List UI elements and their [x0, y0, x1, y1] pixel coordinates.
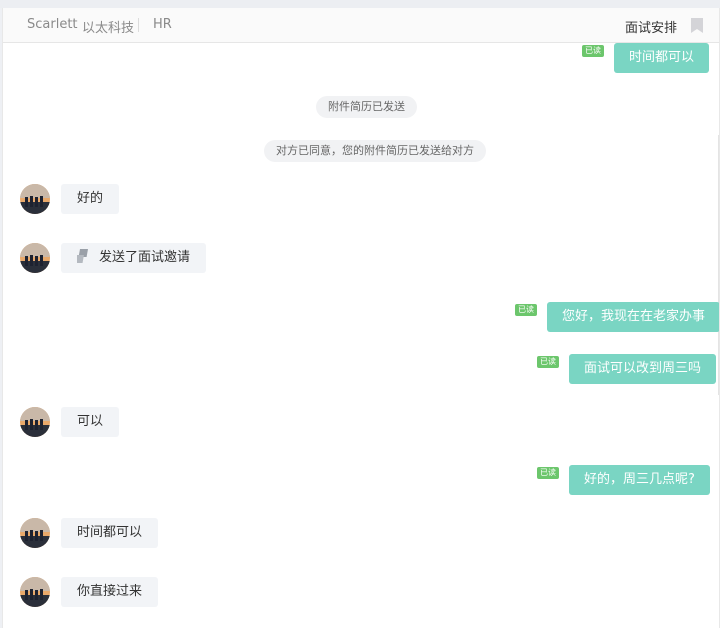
message-list[interactable]: 已读 时间都可以 附件简历已发送 对方已同意，您的附件简历已发送给对方 好的 发… [3, 43, 719, 628]
chat-panel: Scarlett 以太科技 HR 面试安排 已读 时间都可以 附件简历已发送 对… [2, 8, 720, 628]
contact-role: HR [153, 17, 172, 32]
read-status-badge: 已读 [515, 304, 537, 316]
contact-avatar[interactable] [20, 407, 50, 437]
sent-message-bubble: 时间都可以 [614, 43, 710, 73]
bookmark-icon[interactable] [691, 18, 703, 33]
header-divider [138, 18, 139, 32]
received-message-bubble: 你直接过来 [61, 577, 159, 607]
contact-name: Scarlett [27, 17, 78, 32]
read-status-badge: 已读 [582, 45, 604, 57]
interview-schedule-link[interactable]: 面试安排 [625, 17, 677, 36]
received-message-bubble: 好的 [61, 184, 120, 214]
contact-avatar[interactable] [20, 518, 50, 548]
chat-header: Scarlett 以太科技 HR 面试安排 [3, 8, 719, 43]
interview-invite-icon [77, 249, 88, 263]
system-notice: 附件简历已发送 [316, 96, 417, 118]
contact-avatar[interactable] [20, 184, 50, 214]
read-status-badge: 已读 [537, 356, 559, 368]
read-status-badge: 已读 [537, 467, 559, 479]
system-notice: 对方已同意，您的附件简历已发送给对方 [264, 140, 486, 162]
contact-avatar[interactable] [20, 243, 50, 273]
invite-label: 发送了面试邀请 [99, 250, 191, 265]
contact-avatar[interactable] [20, 577, 50, 607]
interview-invite-message[interactable]: 发送了面试邀请 [61, 243, 207, 273]
sent-message-bubble: 您好，我现在在老家办事 [547, 302, 719, 332]
sent-message-bubble: 面试可以改到周三吗 [569, 354, 717, 384]
received-message-bubble: 可以 [61, 407, 120, 437]
sent-message-bubble: 好的，周三几点呢? [569, 465, 710, 495]
top-strip [0, 0, 720, 8]
contact-company: 以太科技 [82, 21, 135, 36]
scrollbar-track[interactable] [718, 135, 719, 395]
received-message-bubble: 时间都可以 [61, 518, 159, 548]
